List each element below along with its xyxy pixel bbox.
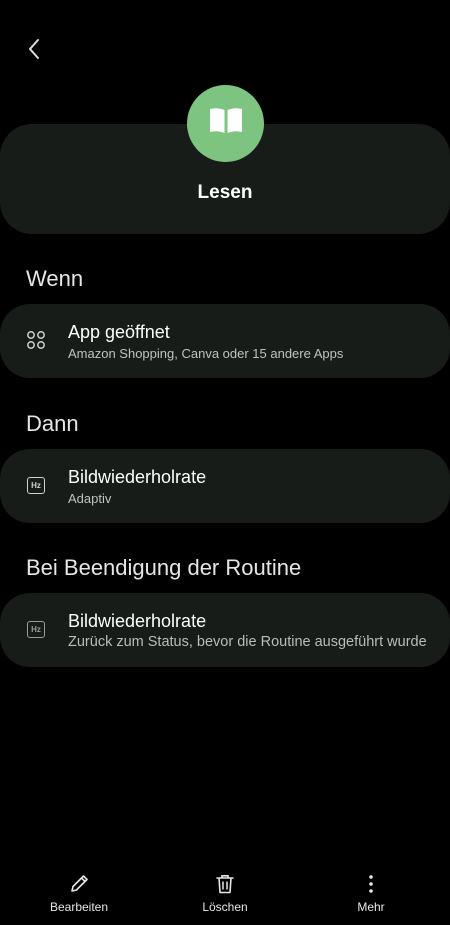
end-action-card-refresh-rate[interactable]: Hz Bildwiederholrate Zurück zum Status, … <box>0 593 450 667</box>
condition-title: App geöffnet <box>68 322 170 342</box>
apps-grid-icon <box>26 330 46 350</box>
bottom-action-bar: Bearbeiten Löschen Mehr <box>0 860 450 925</box>
condition-card-app-opened[interactable]: App geöffnet Amazon Shopping, Canva oder… <box>0 304 450 378</box>
delete-button[interactable]: Löschen <box>170 872 280 914</box>
action-card-refresh-rate[interactable]: Hz Bildwiederholrate Adaptiv <box>0 449 450 523</box>
section-title-on-end: Bei Beendigung der Routine <box>26 555 302 580</box>
action-title: Bildwiederholrate <box>68 467 207 487</box>
chevron-left-icon <box>27 38 41 65</box>
action-subtitle: Adaptiv <box>68 491 112 506</box>
more-vertical-icon <box>359 872 383 896</box>
refresh-rate-icon-label: Hz <box>27 476 45 494</box>
condition-subtitle: Amazon Shopping, Canva oder 15 andere Ap… <box>68 346 344 361</box>
pencil-icon <box>67 872 91 896</box>
end-action-title: Bildwiederholrate <box>68 611 207 631</box>
trash-icon <box>213 872 237 896</box>
more-button[interactable]: Mehr <box>316 872 426 914</box>
edit-button[interactable]: Bearbeiten <box>24 872 134 914</box>
section-title-when: Wenn <box>26 266 84 291</box>
back-button[interactable] <box>18 34 50 68</box>
section-title-then: Dann <box>26 411 79 436</box>
refresh-rate-icon: Hz <box>26 475 46 495</box>
edit-label: Bearbeiten <box>49 900 109 914</box>
refresh-rate-icon-label: Hz <box>27 620 45 638</box>
delete-label: Löschen <box>202 900 248 914</box>
refresh-rate-icon: Hz <box>26 619 46 639</box>
book-open-icon <box>208 106 244 141</box>
more-label: Mehr <box>357 900 385 914</box>
end-action-subtitle: Zurück zum Status, bevor die Routine aus… <box>68 634 427 650</box>
routine-icon[interactable] <box>187 85 264 162</box>
routine-name[interactable]: Lesen <box>0 182 450 204</box>
